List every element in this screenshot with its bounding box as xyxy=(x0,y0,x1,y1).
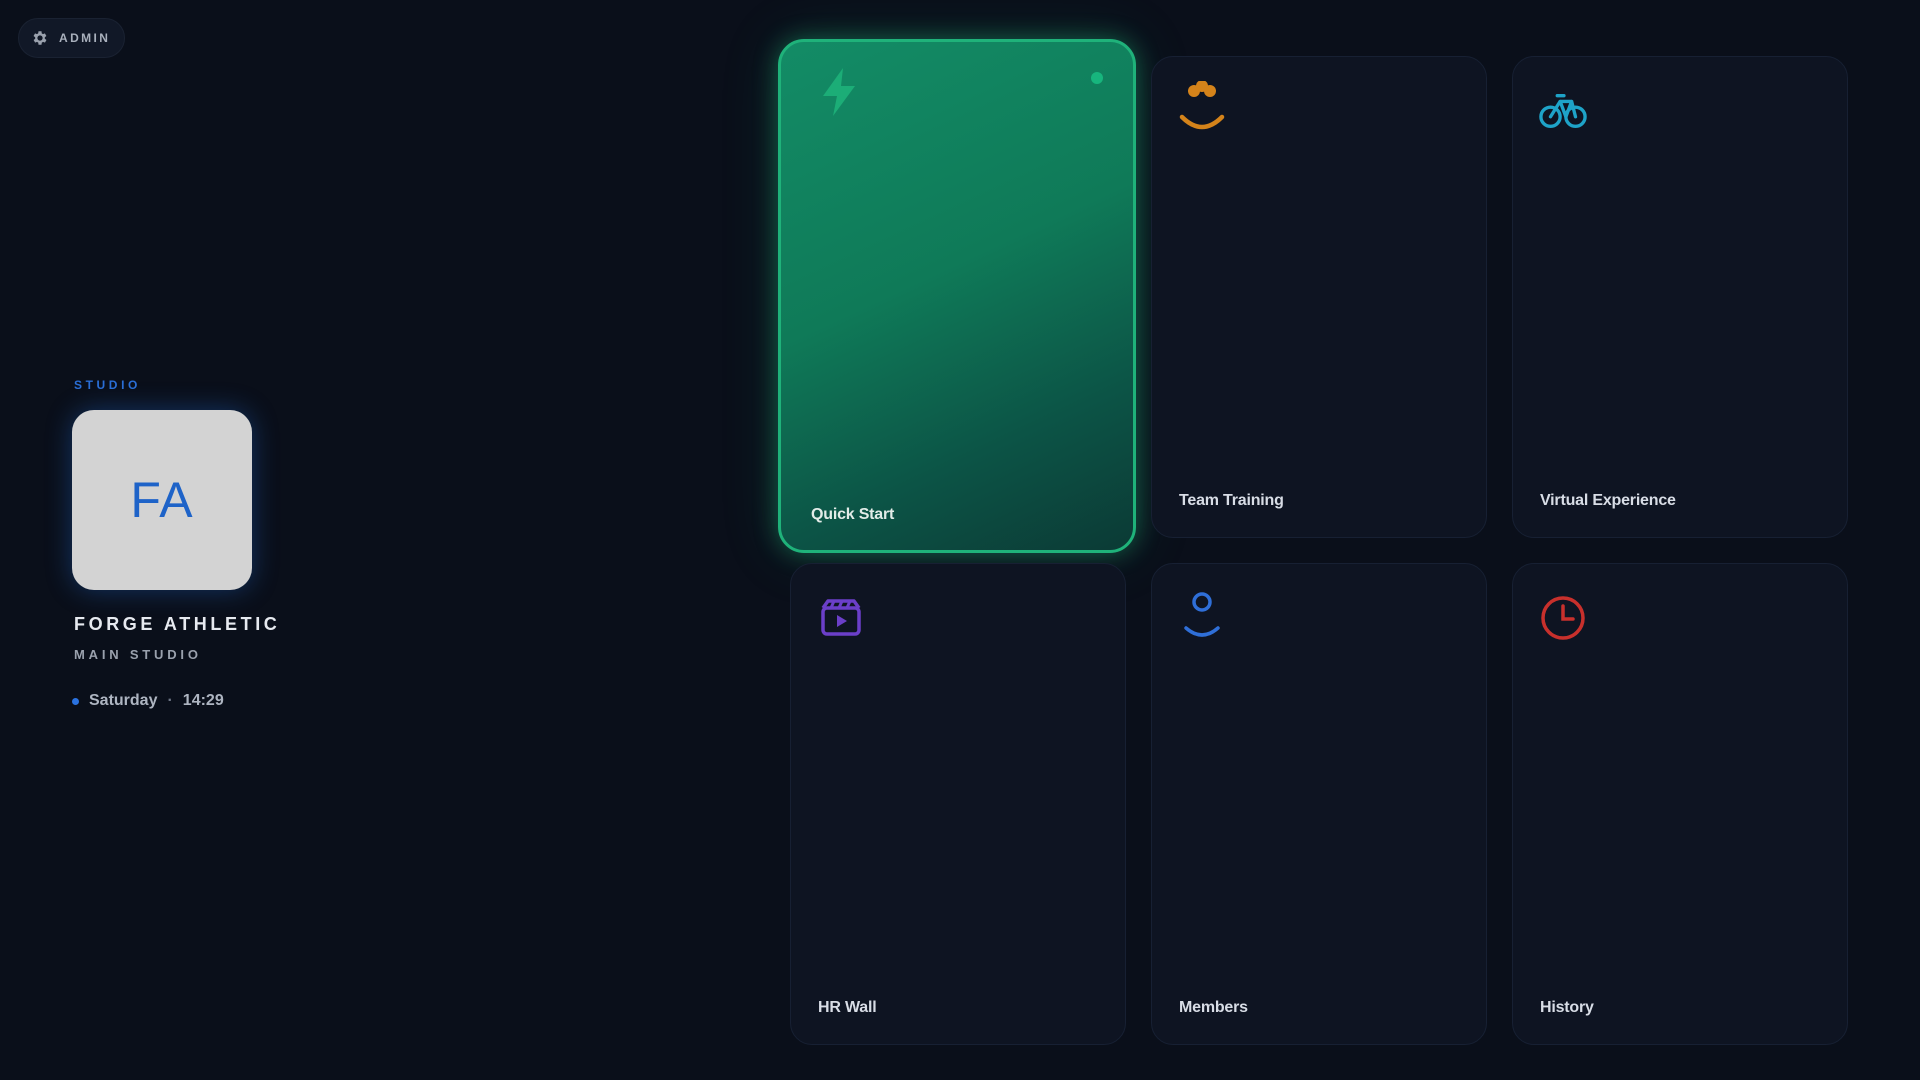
admin-button[interactable]: ADMIN xyxy=(18,18,126,58)
team-icon xyxy=(1178,81,1226,135)
tile-label: Members xyxy=(1179,999,1248,1016)
bicycle-icon xyxy=(1539,87,1587,135)
tile-members[interactable]: Members xyxy=(1151,563,1487,1045)
tile-label: Quick Start xyxy=(811,506,895,523)
tile-label: HR Wall xyxy=(818,999,877,1016)
person-icon xyxy=(1178,592,1226,642)
video-clapper-icon xyxy=(817,594,865,642)
status-dot xyxy=(72,697,79,705)
studio-panel: STUDIO FA FORGE ATHLETIC MAIN STUDIO Sat… xyxy=(72,378,280,710)
studio-logo: FA xyxy=(72,410,252,590)
tile-label: Virtual Experience xyxy=(1540,492,1676,509)
day-label: Saturday xyxy=(89,692,158,709)
studio-name: FORGE ATHLETIC xyxy=(74,614,281,634)
tile-label: History xyxy=(1540,999,1594,1016)
gear-icon xyxy=(31,29,49,47)
lightning-icon xyxy=(815,68,863,116)
clock-icon xyxy=(1539,594,1587,642)
separator: · xyxy=(167,692,173,709)
admin-label: ADMIN xyxy=(59,31,111,45)
studio-kicker: STUDIO xyxy=(74,378,141,392)
tile-label: Team Training xyxy=(1179,492,1284,509)
studio-subtitle: MAIN STUDIO xyxy=(74,647,202,662)
tile-hr-wall[interactable]: HR Wall xyxy=(790,563,1126,1045)
time-label: 14:29 xyxy=(182,692,224,709)
studio-logo-initials: FA xyxy=(130,472,194,528)
tile-virtual-experience[interactable]: Virtual Experience xyxy=(1512,56,1848,538)
active-indicator xyxy=(1091,72,1103,84)
tile-quick-start[interactable]: Quick Start xyxy=(778,39,1136,553)
tile-history[interactable]: History xyxy=(1512,563,1848,1045)
tile-team-training[interactable]: Team Training xyxy=(1151,56,1487,538)
clock-row: Saturday · 14:29 xyxy=(72,692,280,710)
